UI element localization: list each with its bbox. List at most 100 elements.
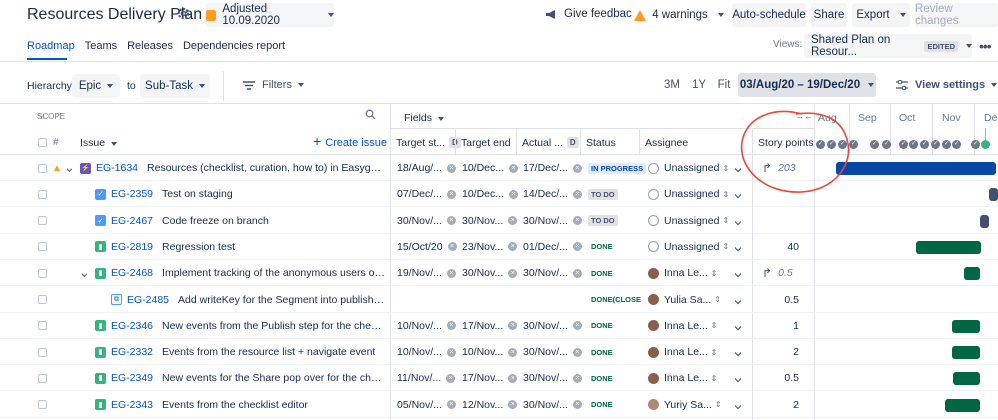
row-checkbox[interactable] (38, 321, 47, 331)
target-start-cell[interactable]: 30/Nov/... × (397, 208, 456, 234)
status-cell[interactable]: DONE (588, 392, 616, 418)
target-start-cell[interactable]: 10/Nov/... × (397, 339, 456, 365)
expand-chevron-icon[interactable] (67, 155, 72, 181)
timeline-bar[interactable] (836, 162, 996, 175)
target-end-cell[interactable]: 30/Nov... × (462, 208, 518, 234)
actual-header[interactable]: Actual ... D (522, 137, 579, 149)
clear-icon[interactable]: × (508, 268, 518, 278)
give-feedback-button[interactable]: Give feedback (545, 8, 638, 20)
clear-icon[interactable]: × (572, 216, 582, 226)
tab-roadmap[interactable]: Roadmap (27, 40, 75, 52)
view-settings-button[interactable]: View settings (896, 79, 998, 91)
timeline-bar[interactable] (952, 346, 980, 360)
release-check-icon[interactable]: ✓ (909, 140, 918, 149)
fields-dropdown[interactable]: Fields (404, 112, 445, 124)
issue-key-link[interactable]: EG-2468 (111, 267, 153, 279)
assignee-dropdown-chevron[interactable] (735, 365, 741, 391)
expand-chevron-icon[interactable] (82, 260, 87, 286)
status-cell[interactable]: TO DO (588, 181, 618, 207)
assignee-cell[interactable]: Inna Le... ⇕ (648, 260, 718, 286)
table-row[interactable]: ▮ EG-2349 New events for the Share pop ove… (0, 365, 998, 392)
release-active-icon[interactable] (981, 140, 990, 149)
status-cell[interactable]: DONE(CLOSE (588, 287, 645, 313)
issue-summary[interactable]: Events from the checklist editor (162, 399, 308, 411)
row-checkbox[interactable] (38, 347, 47, 357)
clear-icon[interactable]: × (446, 189, 456, 199)
story-points-cell[interactable]: 1 (752, 313, 807, 339)
table-row[interactable]: ▮ EG-2343 Events from the checklist editor… (0, 392, 998, 418)
target-start-cell[interactable]: 19/Nov/... × (397, 260, 456, 286)
assignee-dropdown-chevron[interactable] (735, 234, 741, 260)
clear-icon[interactable]: × (446, 216, 456, 226)
views-dropdown[interactable]: Shared Plan on Resour... EDITED (804, 34, 972, 58)
clear-icon[interactable]: × (509, 189, 519, 199)
target-end-cell[interactable]: 10/Dec... × (462, 155, 519, 181)
target-end-cell[interactable]: 10/Dec... × (462, 181, 519, 207)
assignee-cell[interactable]: Unassigned ⇕ (648, 155, 729, 181)
clear-icon[interactable]: × (508, 321, 518, 331)
row-checkbox[interactable] (38, 295, 47, 304)
target-end-cell[interactable]: 23/Nov... × (462, 234, 518, 260)
hierarchy-from-select[interactable]: Epic (72, 74, 120, 98)
actual-cell[interactable]: 17/Dec/... × (523, 155, 582, 181)
issue-key-link[interactable]: EG-2349 (111, 372, 153, 384)
table-row[interactable]: ▮ EG-2468 Implement tracking of the anonym… (0, 260, 998, 287)
release-check-icon[interactable]: ✓ (899, 140, 908, 149)
timeline-bar[interactable] (953, 372, 980, 386)
issue-summary[interactable]: New events from the Publish step for the… (162, 320, 385, 332)
status-cell[interactable]: DONE (588, 339, 616, 365)
assignee-cell[interactable]: Unassigned ⇕ (648, 181, 729, 207)
issue-key-link[interactable]: EG-2346 (111, 320, 153, 332)
release-check-icon[interactable]: ✓ (942, 140, 951, 149)
assignee-cell[interactable]: Inna Le... ⇕ (648, 365, 718, 391)
clear-icon[interactable]: × (572, 242, 582, 252)
issue-summary[interactable]: Resources (checklist, curation, how to) … (147, 162, 385, 174)
release-check-icon[interactable]: ✓ (920, 140, 929, 149)
assignee-cell[interactable]: Inna Le... ⇕ (648, 313, 718, 339)
story-points-cell[interactable]: 0.5 (752, 287, 807, 313)
story-points-cell[interactable]: 0.5 (752, 365, 807, 391)
story-points-cell[interactable]: 2 (752, 339, 807, 365)
clear-icon[interactable]: × (446, 268, 456, 278)
row-checkbox[interactable] (38, 268, 47, 278)
target-end-cell[interactable]: 12/Nov... × (462, 392, 518, 418)
filters-button[interactable]: Filters (243, 79, 304, 91)
target-end-cell[interactable]: 30/Nov... × (462, 260, 518, 286)
actual-cell[interactable]: 30/Nov/... × (523, 260, 582, 286)
search-icon[interactable] (365, 109, 376, 123)
story-points-cell[interactable]: 40 (752, 234, 807, 260)
clear-icon[interactable]: × (508, 373, 518, 383)
release-check-icon[interactable]: ✓ (882, 140, 891, 149)
clear-icon[interactable]: × (509, 163, 519, 173)
hierarchy-to-select[interactable]: Sub-Task (140, 74, 210, 98)
adjusted-scenario-dropdown[interactable]: Adjusted 10.09.2020 (206, 3, 334, 27)
assignee-dropdown-chevron[interactable] (735, 339, 741, 365)
tab-dependencies-report[interactable]: Dependencies report (183, 40, 285, 52)
table-row[interactable]: ▮ EG-2332 Events from the resource list + … (0, 339, 998, 366)
assignee-cell[interactable]: Unassigned ⇕ (648, 208, 729, 234)
target-start-cell[interactable]: 11/Nov/... × (397, 365, 456, 391)
table-row[interactable]: ✓ EG-2467 Code freeze on branch 30/Nov/... ×… (0, 208, 998, 234)
issue-summary[interactable]: Events from the resource list + navigate… (162, 346, 375, 358)
clear-icon[interactable]: × (446, 321, 456, 331)
issue-key-link[interactable]: EG-2485 (127, 294, 169, 306)
review-changes-button[interactable]: Review changes (915, 3, 998, 27)
create-issue-button[interactable]: + Create issue (313, 134, 387, 149)
clear-icon[interactable]: × (572, 400, 582, 410)
clear-icon[interactable]: × (508, 242, 518, 252)
row-checkbox[interactable] (38, 163, 47, 173)
target-start-header[interactable]: Target st...D (396, 137, 461, 149)
issue-summary[interactable]: Code freeze on branch (162, 215, 269, 227)
tab-teams[interactable]: Teams (85, 40, 117, 52)
target-start-cell[interactable]: 07/Dec/... × (397, 181, 456, 207)
issue-key-link[interactable]: EG-2359 (111, 188, 153, 200)
more-options-icon[interactable]: ••• (979, 38, 992, 54)
issue-key-link[interactable]: EG-2467 (111, 215, 153, 227)
assignee-dropdown-chevron[interactable] (735, 287, 741, 313)
actual-cell[interactable]: 30/Nov/... × (523, 365, 582, 391)
assignee-cell[interactable]: Unassigned ⇕ (648, 234, 729, 260)
assignee-dropdown-chevron[interactable] (735, 260, 741, 286)
issue-key-link[interactable]: EG-1634 (96, 162, 138, 174)
issue-key-link[interactable]: EG-2343 (111, 399, 153, 411)
issue-summary[interactable]: Implement tracking of the anonymous user… (162, 267, 385, 279)
